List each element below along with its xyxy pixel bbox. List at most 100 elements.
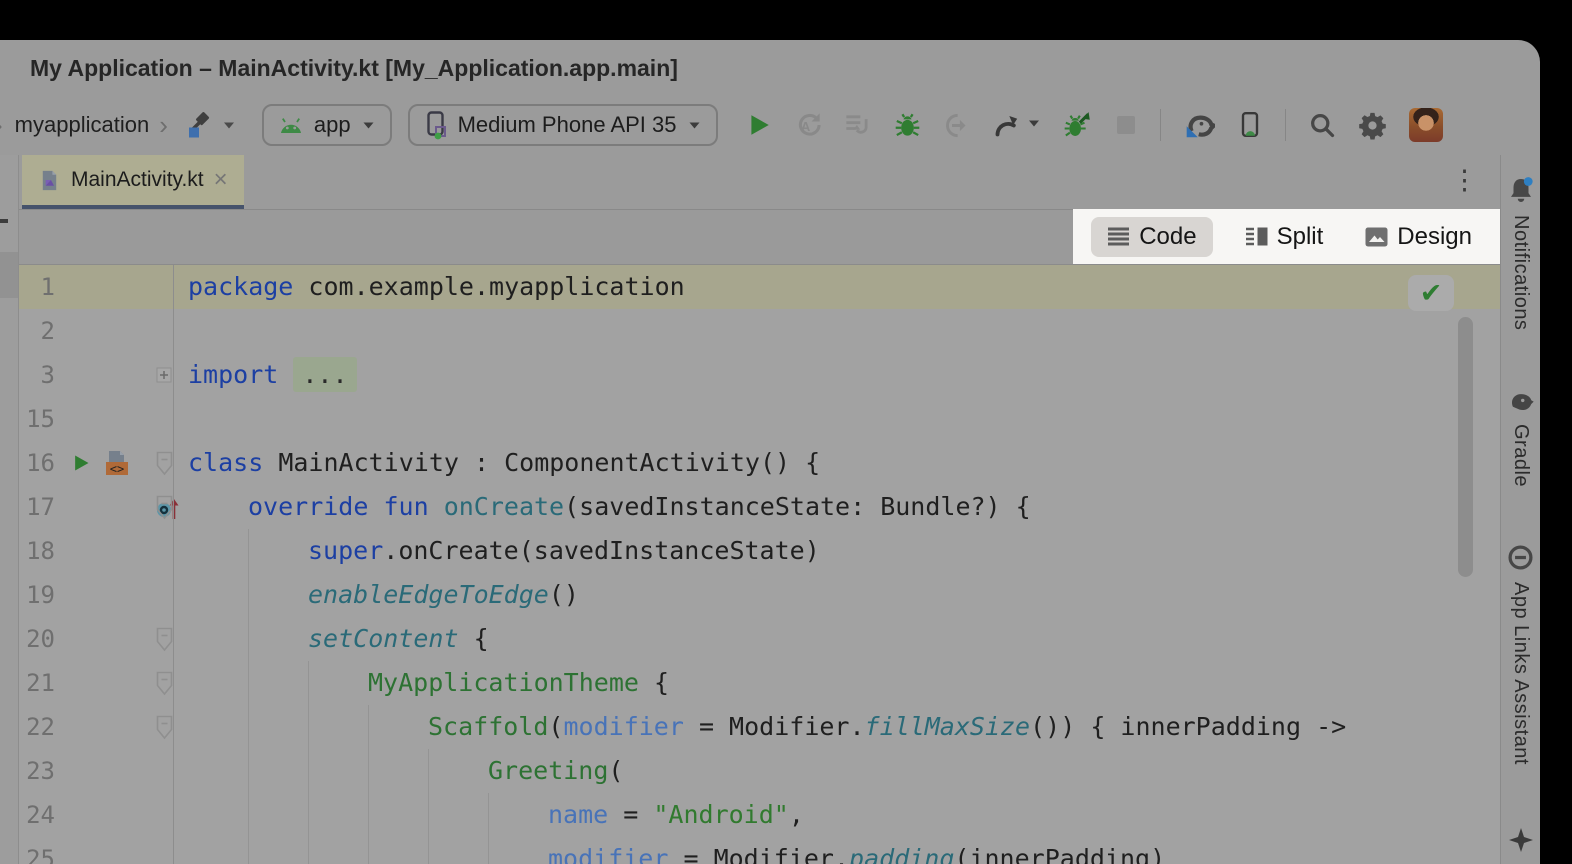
sparkle-icon[interactable]	[1501, 828, 1540, 852]
gutter-icons	[55, 793, 155, 837]
indent-guide	[248, 573, 308, 617]
indent-guide	[248, 705, 308, 749]
line-number: 18	[19, 529, 55, 573]
code-token: (savedInstanceState: Bundle?) {	[564, 492, 1031, 521]
android-studio-window: My Application – MainActivity.kt [My_App…	[0, 40, 1540, 864]
code-text[interactable]: override fun onCreate(savedInstanceState…	[173, 485, 1500, 529]
editor-scrollbar[interactable]	[1458, 317, 1473, 577]
chevron-down-icon	[361, 119, 376, 131]
code-token: {	[459, 624, 489, 653]
line-number: 20	[19, 617, 55, 661]
device-selector[interactable]: Medium Phone API 35	[408, 104, 718, 146]
search-icon[interactable]	[1308, 111, 1336, 139]
code-text[interactable]	[173, 397, 1500, 441]
notifications-bell-icon	[1506, 175, 1536, 205]
left-tool-stripe	[0, 155, 19, 864]
code-text[interactable]: setContent {	[173, 617, 1500, 661]
view-mode-design[interactable]: Design	[1355, 217, 1482, 257]
code-token: ()) { innerPadding ->	[1030, 712, 1346, 741]
code-text[interactable]: MyApplicationTheme {	[173, 661, 1500, 705]
code-token: Scaffold	[428, 712, 548, 741]
fold-marker[interactable]	[155, 617, 173, 661]
tab-mainactivity[interactable]: MainActivity.kt ×	[22, 155, 244, 209]
stop-icon[interactable]	[1114, 113, 1138, 137]
android-icon	[278, 117, 304, 134]
gradle-sync-icon[interactable]	[1183, 110, 1215, 140]
code-text[interactable]: enableEdgeToEdge()	[173, 573, 1500, 617]
breadcrumb[interactable]: myapplication	[15, 112, 150, 138]
apply-code-changes-icon[interactable]	[844, 111, 872, 139]
code-token: fillMaxSize	[865, 712, 1031, 741]
code-line: 25modifier = Modifier.padding(innerPaddi…	[19, 837, 1500, 864]
code-line: 18 super.onCreate(savedInstanceState)	[19, 529, 1500, 573]
indent-guide	[188, 485, 248, 529]
fold-marker[interactable]	[155, 661, 173, 705]
indent-guide	[188, 529, 248, 573]
left-stripe-button[interactable]	[0, 252, 18, 298]
split-view-icon	[1245, 227, 1268, 246]
rerun-icon[interactable]: A	[794, 111, 822, 139]
attach-debugger-icon[interactable]	[943, 112, 970, 139]
code-token: "Android"	[653, 800, 788, 829]
code-text[interactable]: import ...	[173, 353, 1500, 397]
code-text[interactable]: Greeting(	[173, 749, 1500, 793]
fold-marker[interactable]	[155, 705, 173, 749]
indent-guide	[428, 837, 488, 864]
code-token: fun	[383, 492, 428, 521]
left-stripe-mark	[0, 219, 8, 223]
code-text[interactable]: package com.example.myapplication	[173, 265, 1500, 309]
gutter-icons	[55, 529, 155, 573]
module-selector[interactable]: app	[262, 104, 392, 146]
compose-deploy-icon[interactable]: <>	[99, 449, 131, 477]
view-mode-split[interactable]: Split	[1235, 217, 1334, 257]
folded-imports-chip[interactable]: ...	[293, 357, 356, 392]
tool-window-button-notifications[interactable]: Notifications	[1501, 175, 1540, 330]
fold-marker[interactable]	[155, 353, 173, 397]
fold-marker[interactable]	[155, 441, 173, 485]
run-icon[interactable]	[746, 112, 772, 138]
indent-guide	[248, 793, 308, 837]
view-mode-code[interactable]: Code	[1091, 217, 1212, 257]
build-variants-button[interactable]	[184, 110, 236, 140]
view-mode-label: Design	[1397, 223, 1472, 251]
profiler-icon[interactable]	[992, 112, 1041, 139]
code-token: name	[548, 800, 608, 829]
code-line: 24name = "Android",	[19, 793, 1500, 837]
code-line: 1package com.example.myapplication	[19, 265, 1500, 309]
code-text[interactable]: class MainActivity : ComponentActivity()…	[173, 441, 1500, 485]
fold-marker	[155, 529, 173, 573]
fold-marker	[155, 837, 173, 864]
code-text[interactable]: super.onCreate(savedInstanceState)	[173, 529, 1500, 573]
debug-icon[interactable]	[894, 112, 921, 139]
inspections-ok-icon[interactable]: ✔	[1408, 275, 1454, 311]
device-manager-icon[interactable]	[1237, 111, 1263, 139]
more-options-icon[interactable]: ⋮	[1451, 155, 1478, 206]
indent-guide	[368, 705, 428, 749]
code-line: 23Greeting(	[19, 749, 1500, 793]
code-token: .onCreate(savedInstanceState)	[383, 536, 820, 565]
code-token: MyApplicationTheme	[368, 668, 639, 697]
run-gutter-icon[interactable]	[71, 453, 91, 473]
tool-window-button-gradle[interactable]: Gradle	[1501, 388, 1540, 487]
code-token: override	[248, 492, 368, 521]
tool-window-button-app-links-assistant[interactable]: App Links Assistant	[1501, 543, 1540, 765]
code-token: = Modifier.	[668, 844, 849, 864]
code-text[interactable]	[173, 309, 1500, 353]
indent-guide	[368, 749, 428, 793]
avatar[interactable]	[1409, 108, 1443, 142]
restart-debug-icon[interactable]	[1063, 111, 1092, 139]
indent-guide	[248, 661, 308, 705]
code-text[interactable]: Scaffold(modifier = Modifier.fillMaxSize…	[173, 705, 1500, 749]
indent-guide	[428, 793, 488, 837]
code-editor[interactable]: 1package com.example.myapplication23impo…	[19, 265, 1500, 864]
fold-marker[interactable]	[155, 485, 173, 529]
view-mode-label: Split	[1277, 223, 1324, 251]
settings-icon[interactable]	[1358, 111, 1387, 140]
code-token: modifier	[548, 844, 668, 864]
code-text[interactable]: name = "Android",	[173, 793, 1500, 837]
indent-guide	[188, 661, 248, 705]
fold-marker	[155, 573, 173, 617]
code-text[interactable]: modifier = Modifier.padding(innerPadding…	[173, 837, 1500, 864]
tab-close-icon[interactable]: ×	[214, 170, 228, 190]
code-view-icon	[1107, 227, 1130, 246]
